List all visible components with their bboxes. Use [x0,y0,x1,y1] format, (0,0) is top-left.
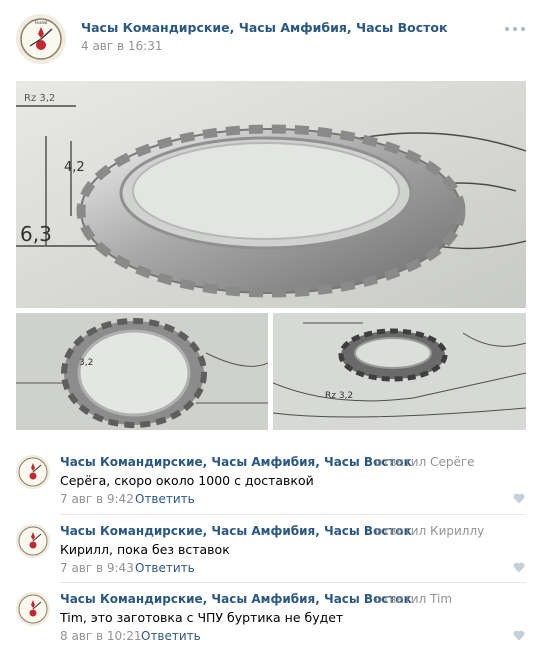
reply-text: Tim, это заготовка с ЧПУ буртика не буде… [60,610,344,625]
post-photo-right[interactable]: Rz 3,2 [273,313,526,430]
dimension-label: Rz 3,2 [24,93,55,104]
dimension-label: Rz 3,2 [325,391,353,401]
avatar[interactable] [16,455,50,489]
avatar[interactable] [16,592,50,626]
reply-author-link[interactable]: Часы Командирские, Часы Амфибия, Часы Во… [60,592,412,606]
post-author-link[interactable]: Часы Командирские, Часы Амфибия, Часы Во… [81,20,447,35]
reply-button[interactable]: Ответить [135,492,195,506]
divider [60,582,526,583]
reply-date[interactable]: 8 авг в 10:21 [60,629,141,643]
reply-author-link[interactable]: Часы Командирские, Часы Амфибия, Часы Во… [60,524,412,538]
post-header: Vostok Часы Командирские, Часы Амфибия, … [0,0,541,80]
reply-item: Часы Командирские, Часы Амфибия, Часы Во… [0,592,541,652]
avatar[interactable] [16,524,50,558]
reply-text: Кирилл, пока без вставок [60,542,230,557]
reply-to-link[interactable]: ответил Серёге [375,455,475,469]
post-date[interactable]: 4 авг в 16:31 [81,39,162,53]
reply-date[interactable]: 7 авг в 9:43 [60,561,134,575]
dimension-label: 3,2 [79,358,93,368]
post-photo-left[interactable]: 3,2 [16,313,268,430]
like-heart-icon[interactable] [513,493,525,504]
like-heart-icon[interactable] [513,630,525,641]
like-heart-icon[interactable] [513,562,525,573]
reply-text: Серёга, скоро около 1000 с доставкой [60,473,314,488]
reply-to-link[interactable]: ответил Кириллу [375,524,484,538]
post-photo-main[interactable]: 6,3 4,2 Rz 3,2 [16,81,526,308]
more-dots-icon[interactable] [505,24,527,34]
svg-text:Vostok: Vostok [34,21,48,26]
reply-button[interactable]: Ответить [141,629,201,643]
reply-item: Часы Командирские, Часы Амфибия, Часы Во… [0,455,541,523]
reply-button[interactable]: Ответить [135,561,195,575]
divider [60,514,526,515]
dimension-label: 6,3 [20,222,52,246]
reply-author-link[interactable]: Часы Командирские, Часы Амфибия, Часы Во… [60,455,412,469]
avatar[interactable]: Vostok [16,14,66,64]
reply-date[interactable]: 7 авг в 9:42 [60,492,134,506]
reply-to-link[interactable]: ответил Tim [375,592,452,606]
dimension-label: 4,2 [64,160,85,175]
